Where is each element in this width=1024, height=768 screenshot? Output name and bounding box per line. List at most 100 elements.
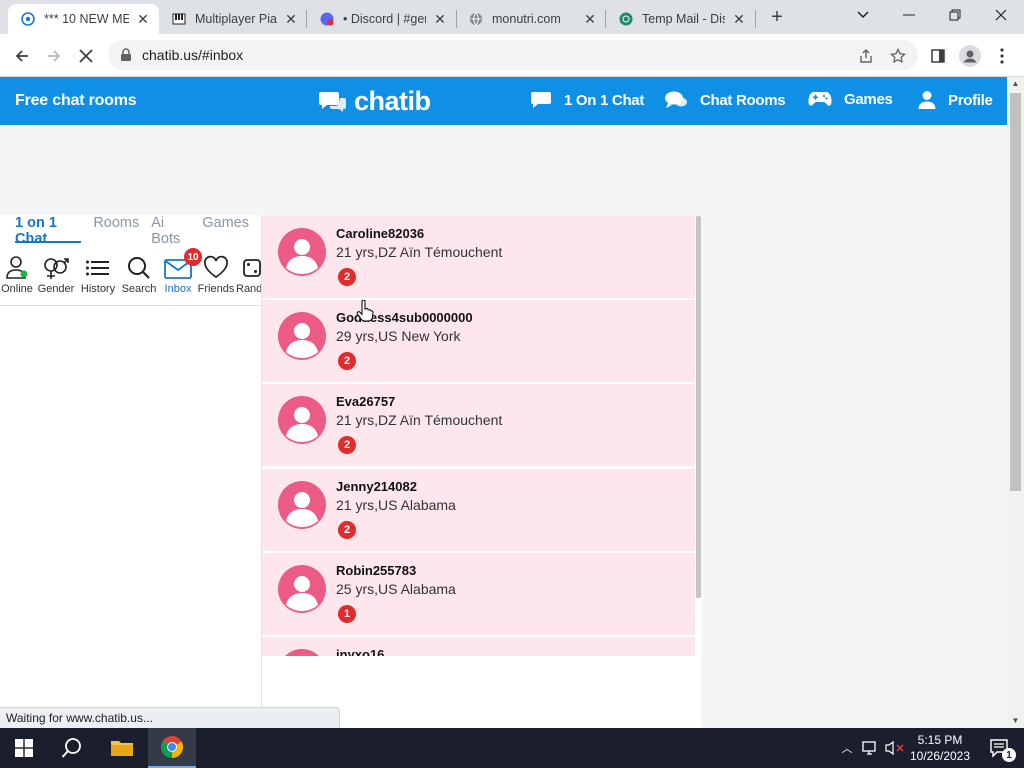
- minimize-button[interactable]: [886, 0, 932, 30]
- tab-title: Temp Mail - Disposable: [642, 12, 725, 26]
- clock-time: 5:15 PM: [917, 733, 963, 747]
- default-avatar-icon: [278, 396, 326, 444]
- address-bar[interactable]: chatib.us/#inbox: [108, 40, 918, 70]
- browser-toolbar: chatib.us/#inbox: [0, 34, 1024, 77]
- profile-button[interactable]: [956, 42, 984, 70]
- tab-rooms[interactable]: Rooms: [93, 215, 139, 243]
- browser-tab-tempmail[interactable]: Temp Mail - Disposable ✕: [606, 4, 755, 34]
- tool-online[interactable]: Online: [0, 255, 34, 305]
- piano-favicon-icon: [171, 11, 187, 27]
- default-avatar-icon: [285, 649, 319, 656]
- inbox-scrollbar[interactable]: [696, 216, 701, 598]
- scroll-up-arrow-icon[interactable]: ▲: [1007, 77, 1024, 91]
- kebab-menu-icon: [1000, 48, 1004, 64]
- site-header: Free chat rooms chatib 1 On 1 Chat Chat …: [0, 77, 1007, 125]
- tool-friends[interactable]: Friends: [196, 255, 236, 305]
- nav-chat-rooms[interactable]: Chat Rooms: [664, 90, 786, 110]
- user-icon: [918, 91, 936, 109]
- forward-button[interactable]: [40, 42, 68, 70]
- back-button[interactable]: [8, 42, 36, 70]
- file-explorer-button[interactable]: [98, 728, 146, 768]
- conversation-row[interactable]: jnyxo16: [262, 637, 695, 656]
- chevron-down-icon: [857, 11, 869, 19]
- conversation-details: 21 yrs,US Alabama: [336, 497, 456, 513]
- scrollbar-thumb[interactable]: [1010, 93, 1021, 491]
- nav-one-on-one-chat[interactable]: 1 On 1 Chat: [530, 90, 644, 110]
- tool-search[interactable]: Search: [118, 255, 160, 305]
- close-window-button[interactable]: [978, 0, 1024, 30]
- bookmark-button[interactable]: [884, 42, 912, 70]
- conversation-row[interactable]: Goddess4sub0000000 29 yrs,US New York 2: [262, 300, 695, 382]
- nav-games[interactable]: Games: [808, 90, 893, 108]
- browser-tab-monutri[interactable]: monutri.com ✕: [456, 4, 606, 34]
- site-logo[interactable]: chatib: [318, 86, 431, 117]
- show-hidden-icons-chevron-icon[interactable]: ︿: [838, 740, 856, 756]
- close-tab-icon[interactable]: ✕: [582, 11, 598, 28]
- conversation-row[interactable]: Eva26757 21 yrs,DZ Aïn Témouchent 2: [262, 384, 695, 466]
- close-tab-icon[interactable]: ✕: [731, 11, 747, 28]
- arrow-right-icon: [48, 50, 61, 62]
- page-scrollbar[interactable]: ▲ ▼: [1007, 77, 1024, 728]
- default-avatar-icon: [278, 312, 326, 360]
- default-avatar-icon: [278, 565, 326, 613]
- nav-profile[interactable]: Profile: [918, 90, 993, 110]
- gender-icon: [44, 258, 69, 279]
- taskbar-clock[interactable]: 5:15 PM 10/26/2023: [906, 732, 974, 764]
- browser-tab-chatib[interactable]: *** 10 NEW MESSAGES ✕: [8, 4, 159, 34]
- conversation-details: 21 yrs,DZ Aïn Témouchent: [336, 412, 503, 428]
- close-tab-icon[interactable]: ✕: [432, 11, 448, 28]
- unread-count-badge: 1: [338, 605, 356, 623]
- conversation-row[interactable]: Jenny214082 21 yrs,US Alabama 2: [262, 469, 695, 551]
- tab-title: monutri.com: [492, 12, 561, 26]
- browser-status-text: Waiting for www.chatib.us...: [0, 707, 340, 728]
- side-panel-button[interactable]: [924, 42, 952, 70]
- close-tab-icon[interactable]: ✕: [135, 11, 151, 28]
- default-avatar-icon: [278, 481, 326, 529]
- close-tab-icon[interactable]: ✕: [283, 11, 299, 28]
- tool-inbox[interactable]: 10 Inbox: [160, 248, 202, 305]
- network-icon[interactable]: [862, 740, 880, 756]
- start-button[interactable]: [0, 728, 48, 768]
- stop-loading-button[interactable]: [72, 42, 100, 70]
- tab-one-on-one-chat[interactable]: 1 on 1 Chat: [15, 215, 82, 247]
- folder-icon: [111, 741, 133, 756]
- scroll-down-arrow-icon[interactable]: ▼: [1007, 714, 1024, 728]
- tab-search-button[interactable]: [840, 0, 886, 30]
- url-text: chatib.us/#inbox: [142, 47, 244, 63]
- browser-tab-discord[interactable]: • Discord | #general ✕: [307, 4, 456, 34]
- taskbar-search-button[interactable]: [48, 728, 96, 768]
- chrome-taskbar-button[interactable]: [148, 728, 196, 768]
- discord-favicon-icon: [319, 11, 335, 27]
- volume-muted-icon[interactable]: [884, 740, 906, 756]
- logo-text: chatib: [354, 86, 431, 116]
- chat-bubbles-icon: [665, 91, 687, 108]
- close-icon: [995, 9, 1007, 21]
- tool-label: Search: [121, 283, 157, 295]
- star-icon: [890, 48, 906, 64]
- nav-label: Chat Rooms: [700, 91, 786, 109]
- inbox-panel: Caroline82036 21 yrs,DZ Aïn Témouchent 2…: [261, 216, 701, 728]
- tempmail-favicon-icon: [618, 11, 634, 27]
- chatib-favicon-icon: [20, 11, 36, 27]
- nav-label: Profile: [948, 91, 993, 109]
- restore-button[interactable]: [932, 0, 978, 30]
- browser-tab-piano[interactable]: Multiplayer Piano ✕: [159, 4, 307, 34]
- tool-random[interactable]: Rand: [236, 255, 261, 305]
- tab-games[interactable]: Games: [202, 215, 249, 243]
- new-tab-button[interactable]: +: [766, 6, 788, 28]
- windows-taskbar: ︿ 5:15 PM 10/26/2023 1: [0, 728, 1024, 768]
- account-avatar-icon: [959, 45, 981, 67]
- tab-ai-bots[interactable]: Ai Bots: [151, 215, 190, 247]
- conversation-row[interactable]: Robin255783 25 yrs,US Alabama 1: [262, 553, 695, 635]
- tool-gender[interactable]: Gender: [34, 255, 78, 305]
- tool-history[interactable]: History: [78, 255, 118, 305]
- conversation-row[interactable]: Caroline82036 21 yrs,DZ Aïn Témouchent 2: [262, 216, 695, 298]
- site-brand-link[interactable]: Free chat rooms: [15, 92, 137, 110]
- arrow-left-icon: [15, 50, 28, 62]
- menu-button[interactable]: [988, 42, 1016, 70]
- action-center-button[interactable]: 1: [976, 728, 1024, 768]
- system-tray: ︿: [838, 728, 906, 768]
- conversation-details: 21 yrs,DZ Aïn Témouchent: [336, 244, 503, 260]
- share-button[interactable]: [852, 42, 880, 70]
- unread-count-badge: 2: [338, 352, 356, 370]
